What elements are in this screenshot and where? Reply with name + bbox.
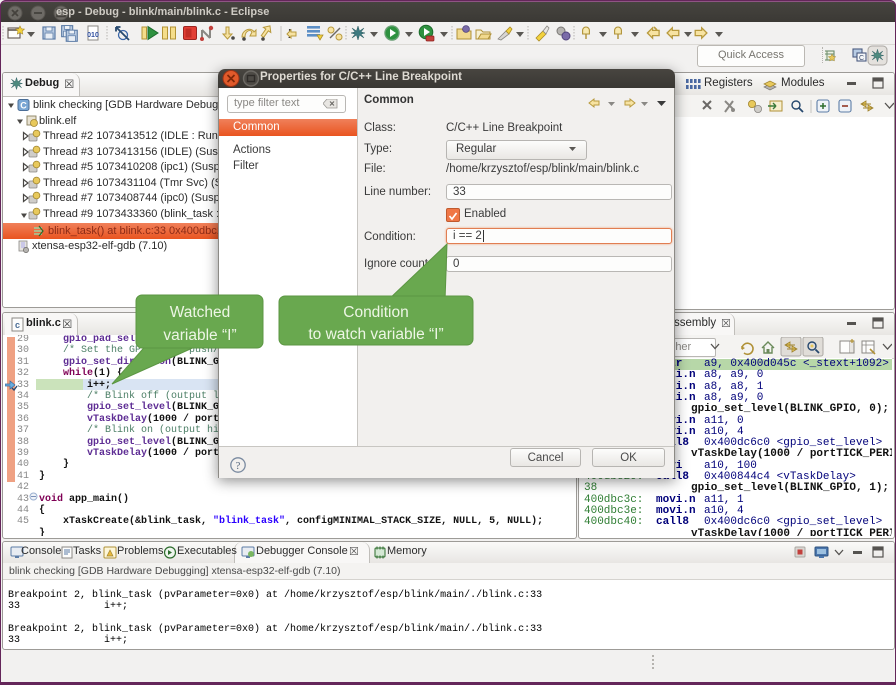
svg-text:010: 010 (87, 32, 99, 39)
svg-text:Watched: Watched (170, 304, 231, 321)
svg-text:to watch variable “I”: to watch variable “I” (308, 326, 443, 343)
svg-text:C: C (859, 55, 864, 62)
svg-text:?: ? (236, 460, 241, 472)
svg-text:c: c (15, 320, 20, 330)
svg-text:C: C (20, 101, 27, 111)
svg-text:variable “I”: variable “I” (163, 327, 236, 344)
svg-text:Condition: Condition (343, 304, 409, 321)
